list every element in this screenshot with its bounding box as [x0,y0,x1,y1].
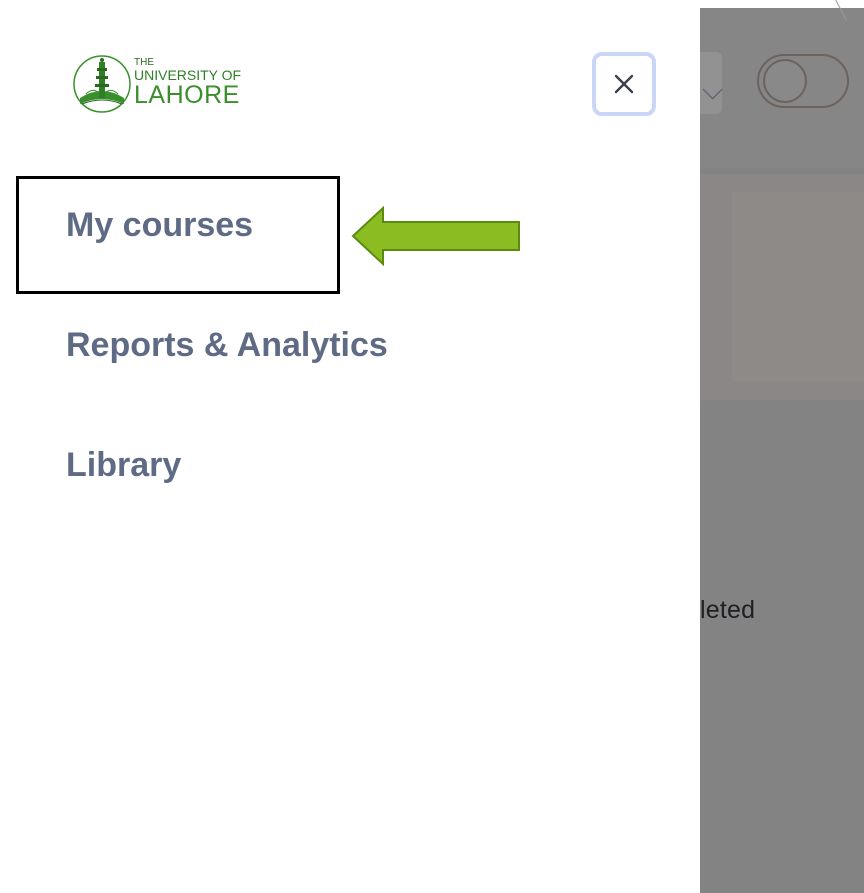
university-logo[interactable]: THE UNIVERSITY OF LAHORE [72,54,262,114]
close-drawer-button[interactable] [592,52,656,116]
background-banner-panel [732,192,864,382]
annotation-highlight-box [16,176,340,294]
nav-item-library[interactable]: Library [66,446,181,485]
background-banner [700,174,864,400]
annotation-arrow-left-icon [351,205,520,267]
close-icon [614,74,634,94]
background-status-text: leted [700,596,756,624]
logo-line-lahore: LAHORE [134,81,240,109]
chevron-down-icon: ⌵ [702,74,724,105]
background-header: ⌵ [690,8,864,168]
university-wordmark: THE UNIVERSITY OF LAHORE [134,58,241,109]
screen: ⌵ leted THE UNIVERSITY OF LAHORE My cour… [0,0,864,893]
navigation-drawer: THE UNIVERSITY OF LAHORE My courses Repo… [0,0,700,893]
university-seal-icon [73,55,131,113]
background-theme-toggle [757,54,849,108]
toggle-knob [763,59,807,103]
nav-item-reports-analytics[interactable]: Reports & Analytics [66,326,388,365]
background-app-overlay[interactable]: ⌵ leted [690,8,864,893]
